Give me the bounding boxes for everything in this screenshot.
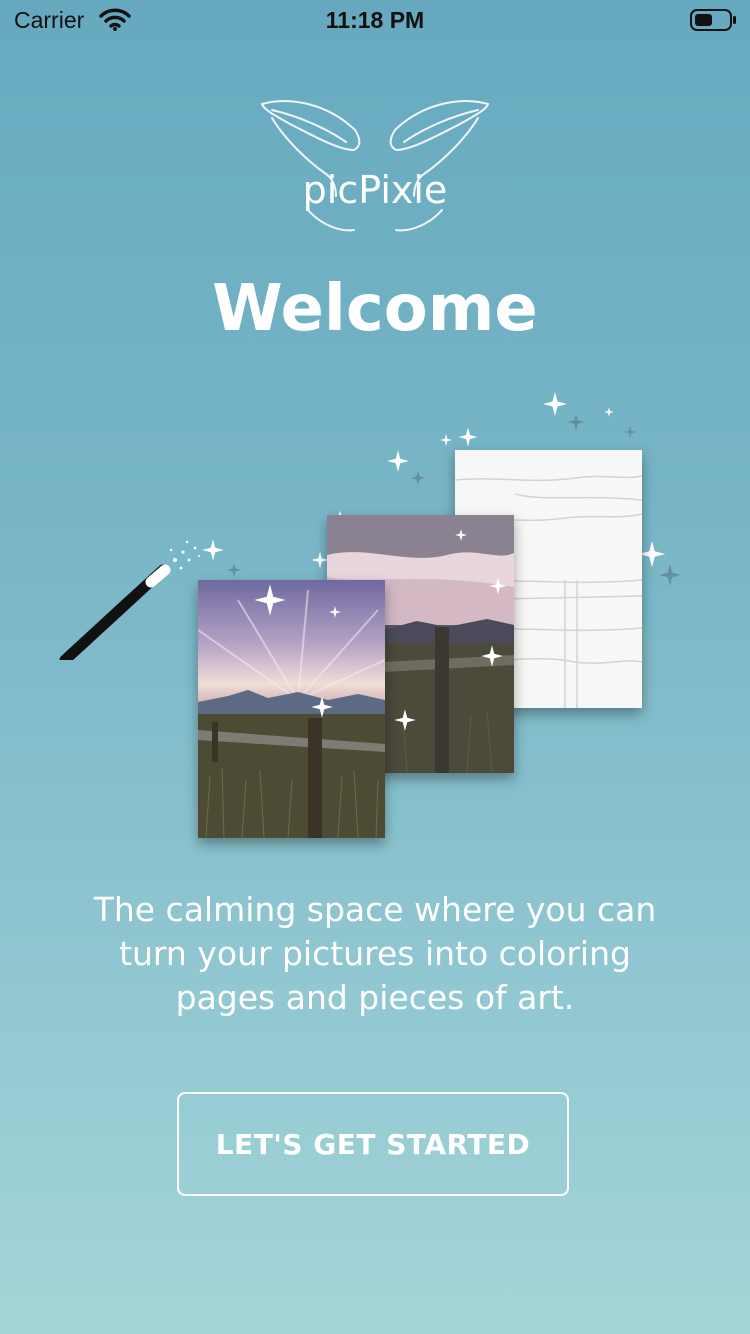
hero-illustration: [0, 380, 750, 860]
welcome-title: Welcome: [212, 272, 538, 346]
app-logo: picPixie: [250, 90, 500, 240]
get-started-button[interactable]: LET'S GET STARTED: [177, 1092, 569, 1196]
status-bar: Carrier 11:18 PM: [0, 0, 750, 40]
battery-icon: [690, 9, 738, 38]
sparkle-icon: [254, 529, 507, 731]
logo-wordmark: picPixie: [302, 168, 448, 212]
fairy-wings-logo: [260, 100, 490, 232]
tagline: The calming space where you can turn you…: [93, 890, 657, 1017]
status-time: 11:18 PM: [325, 7, 425, 33]
